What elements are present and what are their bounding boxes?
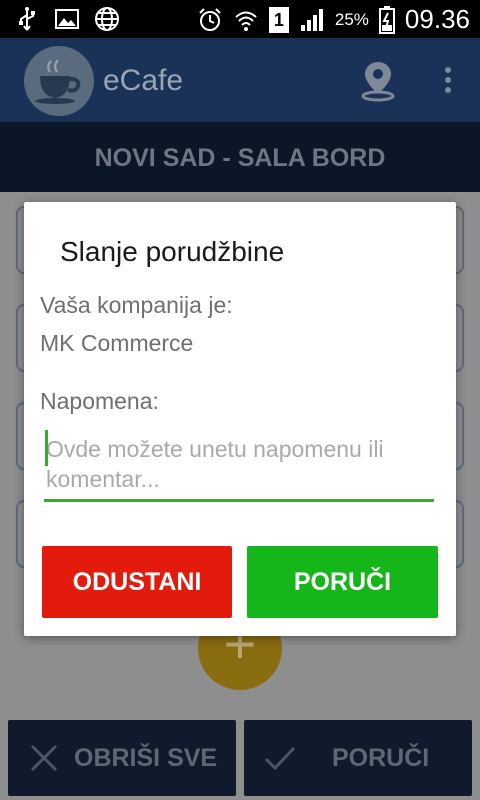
globe-icon	[95, 7, 119, 31]
alarm-icon	[199, 7, 221, 31]
text-cursor	[45, 430, 48, 466]
overflow-menu-icon[interactable]	[438, 64, 458, 100]
order-label: PORUČI	[332, 744, 430, 772]
company-label: Vaša kompanija je:	[40, 292, 233, 318]
note-input[interactable]	[44, 428, 434, 502]
order-button[interactable]: PORUČI	[244, 720, 472, 796]
note-label: Napomena:	[40, 388, 159, 414]
clock: 09.36	[404, 4, 470, 34]
clear-all-label: OBRIŠI SVE	[74, 744, 218, 772]
app-title: eCafe	[103, 64, 184, 97]
location-name: NOVI SAD - SALA BORD	[94, 144, 386, 172]
close-icon	[30, 744, 58, 772]
coffee-cup-logo	[24, 46, 94, 116]
image-icon	[55, 9, 79, 29]
checkmark-icon	[264, 746, 296, 771]
location-pin-icon[interactable]	[356, 58, 400, 102]
confirm-order-button[interactable]: PORUČI	[247, 546, 438, 618]
cancel-button[interactable]: ODUSTANI	[42, 546, 232, 618]
dialog-title: Slanje porudžbine	[60, 236, 285, 267]
app-bar: eCafe	[0, 38, 480, 122]
battery-icon	[378, 5, 395, 34]
sim-1-icon: 1	[268, 6, 289, 33]
battery-percent: 25%	[334, 9, 369, 29]
send-order-dialog: Slanje porudžbine Vaša kompanija je: MK …	[24, 202, 456, 636]
location-header: NOVI SAD - SALA BORD	[0, 122, 480, 192]
wifi-icon	[235, 11, 257, 31]
usb-icon	[19, 7, 35, 31]
clear-all-button[interactable]: OBRIŠI SVE	[8, 720, 236, 796]
status-bar: 1 25% 09.36	[0, 0, 480, 38]
signal-icon	[300, 8, 323, 31]
company-name: MK Commerce	[40, 330, 194, 356]
